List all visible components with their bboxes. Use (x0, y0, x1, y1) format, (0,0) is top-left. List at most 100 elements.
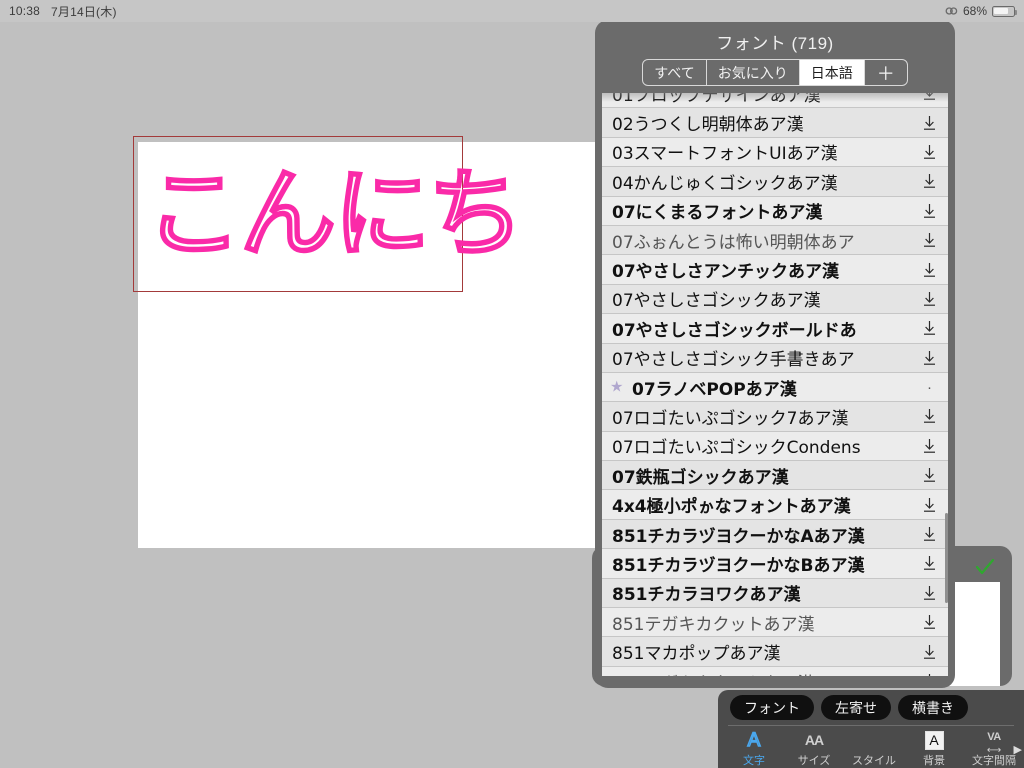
font-list-rows: 01フロップデザインあア漢 02うつくし明朝体あア漢 03スマートフォントUIあア漢… (602, 93, 948, 676)
font-name-label: 07ふぉんとうは怖い明朝体あア (612, 232, 855, 253)
font-list[interactable]: 01フロップデザインあア漢 02うつくし明朝体あア漢 03スマートフォントUIあア漢… (602, 93, 948, 676)
font-list-item[interactable]: 851テガキカクットあア漢 (602, 666, 948, 677)
toolbar-pill-0[interactable]: フォント (730, 695, 814, 720)
download-icon[interactable] (916, 350, 942, 366)
download-icon[interactable] (916, 291, 942, 307)
font-list-item[interactable]: 07ロゴたいぷゴシックCondens (602, 431, 948, 462)
font-name-label: 01フロップデザインあア漢 (612, 93, 821, 106)
font-list-item[interactable]: 03スマートフォントUIあア漢 (602, 137, 948, 168)
toolbar-tab-row: A 文字 AA サイズ A スタイル A 背景 VA ⟷ 文字間隔 ▶ (718, 726, 1024, 768)
font-name-label: 03スマートフォントUIあア漢 (612, 144, 838, 165)
toolbar-tab-0[interactable]: A 文字 (724, 729, 784, 768)
font-picker-title: フォント (719) (716, 34, 834, 53)
font-name-label: 07ロゴたいぷゴシック7あア漢 (612, 408, 849, 429)
canvas-text: こんにち (145, 157, 525, 271)
background-boxed-a-icon: A (924, 730, 944, 751)
font-name-label: 07ラノベPOPあア漢 (632, 379, 797, 400)
font-name-label: 851テガキカクットあア漢 (612, 669, 916, 677)
font-name-label: 851テガキカクットあア漢 (612, 614, 815, 635)
font-list-item[interactable]: 07ロゴたいぷゴシック7あア漢 (602, 402, 948, 432)
toolbar-pill-2[interactable]: 横書き (898, 695, 968, 720)
font-filter-segmented-control-wrap: すべて お気に入り 日本語＋ (595, 59, 955, 93)
toolbar-pill-row: フォント 左寄せ 横書き (718, 690, 1024, 720)
font-list-item[interactable]: 07やさしさゴシック手書きあア (602, 343, 948, 373)
download-icon[interactable] (916, 173, 942, 189)
status-bar: 10:38 7月14日(木) 68% (0, 0, 1024, 22)
download-icon[interactable] (916, 144, 942, 160)
toolbar-pill-1[interactable]: 左寄せ (821, 695, 891, 720)
download-icon[interactable] (916, 673, 942, 676)
download-icon[interactable] (916, 93, 942, 101)
popup-pointer-arrow (765, 687, 787, 688)
rotation-lock-icon (945, 5, 958, 17)
download-icon[interactable] (916, 438, 942, 454)
toolbar-tab-1[interactable]: AA サイズ (784, 730, 844, 768)
download-icon[interactable] (916, 408, 942, 424)
download-icon[interactable] (916, 320, 942, 336)
font-filter-segment-1[interactable]: お気に入り (707, 60, 800, 85)
toolbar-tab-label: サイズ (797, 755, 831, 767)
toolbar-tab-label: 文字間隔 (972, 755, 1016, 767)
battery-percent: 68% (962, 4, 987, 18)
font-name-label: 07やさしさゴシックボールドあ (612, 320, 857, 341)
font-list-item[interactable]: 851マカポップあア漢 (602, 637, 948, 667)
letter-spacing-va-icon: VA ⟷ (986, 731, 1002, 756)
font-list-item[interactable]: 07鉄瓶ゴシックあア漢 (602, 461, 948, 491)
font-name-label: 851チカラヨワクあア漢 (612, 585, 801, 606)
font-name-label: 04かんじゅくゴシックあア漢 (612, 173, 838, 194)
font-name-label: 07ロゴたいぷゴシックCondens (612, 438, 861, 459)
font-filter-segment-3[interactable]: ＋ (865, 60, 907, 85)
font-list-item[interactable]: 07やさしさゴシックあア漢 (602, 284, 948, 315)
font-filter-segmented-control[interactable]: すべて お気に入り 日本語＋ (642, 59, 908, 86)
toolbar-tab-label: 背景 (923, 755, 945, 767)
download-icon[interactable] (916, 203, 942, 219)
font-list-item[interactable]: 07ふぉんとうは怖い明朝体あア (602, 225, 948, 256)
font-list-item[interactable]: 04かんじゅくゴシックあア漢 (602, 167, 948, 197)
font-list-item[interactable]: 851テガキカクットあア漢 (602, 608, 948, 638)
font-picker-popup: フォント (719) すべて お気に入り 日本語＋ 01フロップデザインあア漢 02う… (595, 20, 955, 688)
download-icon[interactable] (916, 555, 942, 571)
font-list-item[interactable]: 851チカラヅヨクーかなAあア漢 (602, 519, 948, 550)
bottom-toolbar: フォント 左寄せ 横書き A 文字 AA サイズ A スタイル A 背景 VA ⟷ 文字間隔 ▶ (718, 690, 1024, 768)
download-icon[interactable] (916, 115, 942, 131)
favorite-star-icon[interactable]: ★ (610, 380, 625, 395)
font-name-label: 4x4極小ポゕなフォントあア漢 (612, 497, 851, 518)
font-name-label: 07鉄瓶ゴシックあア漢 (612, 467, 789, 488)
font-list-item[interactable]: 02うつくし明朝体あア漢 (602, 108, 948, 138)
font-list-scrollbar[interactable] (945, 513, 948, 603)
download-icon[interactable] (916, 232, 942, 248)
font-name-label: 02うつくし明朝体あア漢 (612, 115, 804, 136)
chevron-right-icon[interactable]: ▶ (1014, 743, 1022, 756)
toolbar-tab-2[interactable]: A スタイル (844, 729, 904, 768)
font-list-item[interactable]: 07にくまるフォントあア漢 (602, 196, 948, 226)
download-icon[interactable] (916, 614, 942, 630)
download-icon[interactable] (916, 467, 942, 483)
font-filter-segment-0[interactable]: すべて (643, 60, 707, 85)
text-box-selection[interactable]: こんにち (133, 136, 525, 292)
download-icon[interactable] (916, 526, 942, 542)
text-a-icon: A (747, 729, 761, 752)
download-icon[interactable] (916, 497, 942, 513)
status-time: 10:38 (9, 4, 41, 18)
font-list-item[interactable]: 851チカラヅヨクーかなBあア漢 (602, 549, 948, 579)
font-list-item[interactable]: 07やさしさアンチックあア漢 (602, 255, 948, 285)
font-list-item[interactable]: 07やさしさゴシックボールドあ (602, 314, 948, 344)
toolbar-tab-label: スタイル (852, 755, 896, 767)
font-name-label: 07にくまるフォントあア漢 (612, 203, 823, 224)
download-icon[interactable] (916, 644, 942, 660)
download-icon[interactable] (916, 585, 942, 601)
status-date: 7月14日(木) (51, 4, 117, 19)
download-icon[interactable] (916, 262, 942, 278)
toolbar-tab-3[interactable]: A 背景 (904, 730, 964, 768)
font-name-label: 07やさしさゴシック手書きあア (612, 350, 855, 371)
more-options-icon[interactable]: ··· (916, 373, 942, 401)
size-aa-icon: AA (804, 732, 824, 748)
font-list-item[interactable]: 851チカラヨワクあア漢 (602, 578, 948, 609)
status-bar-right: 68% (945, 4, 1024, 18)
font-list-item[interactable]: 01フロップデザインあア漢 (602, 93, 948, 109)
font-list-item[interactable]: ★ 07ラノベPOPあア漢 ··· (602, 372, 948, 403)
checkmark-icon (974, 556, 996, 578)
font-filter-segment-2[interactable]: 日本語 (799, 60, 865, 85)
toolbar-tab-label: 文字 (743, 755, 765, 767)
font-list-item[interactable]: 4x4極小ポゕなフォントあア漢 (602, 490, 948, 520)
